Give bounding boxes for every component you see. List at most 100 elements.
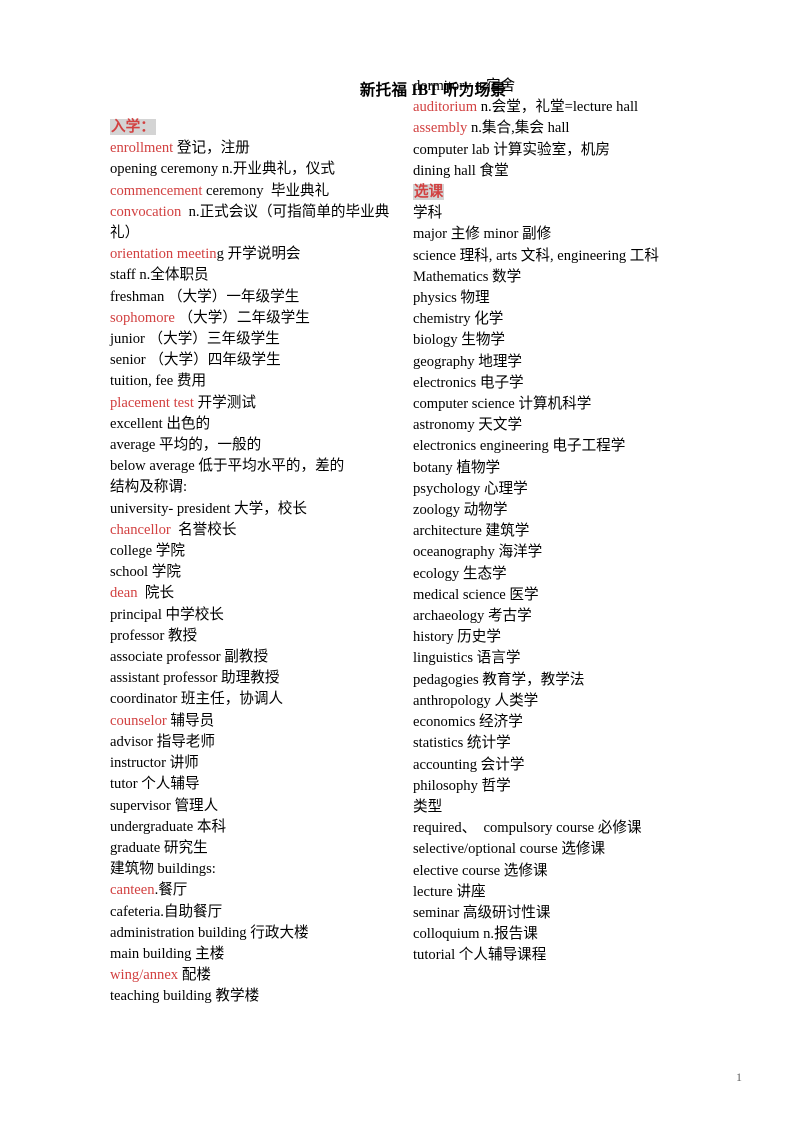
- right-column-entry-list-top: dormitory n.宿舍 auditorium n.会堂，礼堂=lecture…: [413, 76, 710, 182]
- section-header-enrollment: 入学：: [110, 117, 404, 138]
- vocabulary-definition: philosophy 哲学: [413, 777, 511, 794]
- vocabulary-definition: .餐厅: [154, 882, 188, 899]
- vocabulary-entry: commencement ceremony 毕业典礼: [110, 181, 404, 202]
- vocabulary-entry: computer science 计算机科学: [413, 394, 710, 415]
- vocabulary-definition: n.集合,集会 hall: [467, 120, 570, 137]
- vocabulary-entry: counselor 辅导员: [110, 711, 404, 732]
- vocabulary-term-highlighted: assembly: [413, 120, 468, 137]
- vocabulary-entry: major 主修 minor 副修: [413, 224, 710, 245]
- vocabulary-entry: associate professor 副教授: [110, 647, 404, 668]
- vocabulary-entry: assembly n.集合,集会 hall: [413, 118, 710, 139]
- vocabulary-entry: physics 物理: [413, 288, 710, 309]
- vocabulary-entry: computer lab 计算实验室，机房: [413, 140, 710, 161]
- vocabulary-entry: coordinator 班主任，协调人: [110, 689, 404, 710]
- vocabulary-definition: cafeteria.自助餐厅: [110, 903, 223, 920]
- vocabulary-definition: 结构及称谓:: [110, 479, 188, 496]
- vocabulary-entry: required、 compulsory course 必修课: [413, 818, 710, 839]
- vocabulary-definition: graduate 研究生: [110, 839, 208, 856]
- vocabulary-entry: 建筑物 buildings:: [110, 859, 404, 880]
- section-header-course-selection: 选课: [413, 182, 710, 203]
- vocabulary-term-highlighted: dean: [110, 585, 138, 602]
- vocabulary-definition: tuition, fee 费用: [110, 373, 207, 390]
- vocabulary-term-highlighted: auditorium: [413, 99, 478, 116]
- vocabulary-entry: junior （大学）三年级学生: [110, 329, 404, 350]
- vocabulary-term-highlighted: placement test: [110, 394, 194, 411]
- vocabulary-definition: excellent 出色的: [110, 415, 211, 432]
- vocabulary-definition: college 学院: [110, 543, 185, 560]
- vocabulary-definition: chemistry 化学: [413, 311, 504, 328]
- vocabulary-definition: instructor 讲师: [110, 755, 199, 772]
- vocabulary-entry: senior （大学）四年级学生: [110, 350, 404, 371]
- vocabulary-definition: average 平均的，一般的: [110, 437, 262, 454]
- vocabulary-definition: electronics engineering 电子工程学: [413, 438, 626, 455]
- vocabulary-entry: accounting 会计学: [413, 755, 710, 776]
- vocabulary-entry: 结构及称谓:: [110, 477, 404, 498]
- vocabulary-entry: linguistics 语言学: [413, 648, 710, 669]
- vocabulary-entry: average 平均的，一般的: [110, 435, 404, 456]
- vocabulary-entry: undergraduate 本科: [110, 817, 404, 838]
- vocabulary-definition: g 开学说明会: [216, 246, 301, 263]
- vocabulary-entry: administration building 行政大楼: [110, 923, 404, 944]
- vocabulary-entry: sophomore （大学）二年级学生: [110, 308, 404, 329]
- vocabulary-definition: freshman （大学）一年级学生: [110, 288, 300, 305]
- section-header-enrollment-label: 入学：: [110, 119, 156, 135]
- vocabulary-entry: philosophy 哲学: [413, 776, 710, 797]
- vocabulary-definition: senior （大学）四年级学生: [110, 352, 281, 369]
- vocabulary-definition: n.会堂，礼堂=lecture hall: [477, 99, 639, 116]
- vocabulary-definition: 院长: [137, 585, 175, 602]
- left-column-spacer: [110, 106, 404, 117]
- vocabulary-definition: staff n.全体职员: [110, 267, 209, 284]
- vocabulary-definition: dining hall 食堂: [413, 162, 509, 179]
- vocabulary-definition: psychology 心理学: [413, 480, 528, 497]
- vocabulary-entry: electronics engineering 电子工程学: [413, 436, 710, 457]
- vocabulary-definition: advisor 指导老师: [110, 733, 215, 750]
- vocabulary-entry: archaeology 考古学: [413, 606, 710, 627]
- vocabulary-entry: zoology 动物学: [413, 500, 710, 521]
- vocabulary-definition: required、 compulsory course 必修课: [413, 820, 642, 837]
- vocabulary-entry: electronics 电子学: [413, 373, 710, 394]
- vocabulary-definition: accounting 会计学: [413, 756, 525, 773]
- vocabulary-entry: graduate 研究生: [110, 838, 404, 859]
- vocabulary-definition: archaeology 考古学: [413, 608, 532, 625]
- vocabulary-entry: auditorium n.会堂，礼堂=lecture hall: [413, 97, 710, 118]
- vocabulary-entry: chancellor 名誉校长: [110, 520, 404, 541]
- vocabulary-definition: oceanography 海洋学: [413, 544, 543, 561]
- vocabulary-definition: computer science 计算机科学: [413, 396, 592, 413]
- vocabulary-definition: tutorial 个人辅导课程: [413, 947, 547, 964]
- vocabulary-definition: 辅导员: [166, 712, 215, 729]
- vocabulary-definition: junior （大学）三年级学生: [110, 331, 280, 348]
- vocabulary-definition: professor 教授: [110, 627, 198, 644]
- vocabulary-definition: statistics 统计学: [413, 735, 511, 752]
- vocabulary-entry: instructor 讲师: [110, 753, 404, 774]
- vocabulary-definition: dormitory n.宿舍: [413, 78, 516, 94]
- vocabulary-entry: elective course 选修课: [413, 861, 710, 882]
- vocabulary-entry: statistics 统计学: [413, 733, 710, 754]
- right-column-entry-list-bottom: 学科 major 主修 minor 副修 science 理科, arts 文科, …: [413, 203, 710, 966]
- vocabulary-term-highlighted: wing/annex: [110, 967, 179, 984]
- vocabulary-definition: main building 主楼: [110, 945, 225, 962]
- vocabulary-definition: administration building 行政大楼: [110, 924, 309, 941]
- vocabulary-entry: astronomy 天文学: [413, 415, 710, 436]
- vocabulary-entry: orientation meeting 开学说明会: [110, 244, 404, 265]
- vocabulary-definition: architecture 建筑学: [413, 523, 530, 540]
- vocabulary-entry: economics 经济学: [413, 712, 710, 733]
- vocabulary-definition: opening ceremony n.开业典礼，仪式: [110, 161, 335, 178]
- vocabulary-definition: botany 植物学: [413, 459, 501, 476]
- vocabulary-definition: associate professor 副教授: [110, 649, 269, 666]
- vocabulary-entry: supervisor 管理人: [110, 796, 404, 817]
- vocabulary-entry: dining hall 食堂: [413, 161, 710, 182]
- vocabulary-term-highlighted: commencement: [110, 182, 203, 199]
- vocabulary-definition: selective/optional course 选修课: [413, 841, 606, 858]
- vocabulary-entry: botany 植物学: [413, 458, 710, 479]
- vocabulary-definition: （大学）二年级学生: [174, 309, 310, 326]
- vocabulary-definition: history 历史学: [413, 629, 501, 646]
- vocabulary-definition: medical science 医学: [413, 586, 539, 603]
- vocabulary-entry: Mathematics 数学: [413, 267, 710, 288]
- left-column: 入学： enrollment 登记，注册 opening ceremony n.开…: [110, 106, 410, 1008]
- vocabulary-definition: university- president 大学，校长: [110, 500, 307, 517]
- vocabulary-entry: dean 院长: [110, 583, 404, 604]
- vocabulary-entry: 学科: [413, 203, 710, 224]
- vocabulary-entry: main building 主楼: [110, 944, 404, 965]
- vocabulary-term-highlighted: canteen: [110, 882, 155, 899]
- vocabulary-entry: chemistry 化学: [413, 309, 710, 330]
